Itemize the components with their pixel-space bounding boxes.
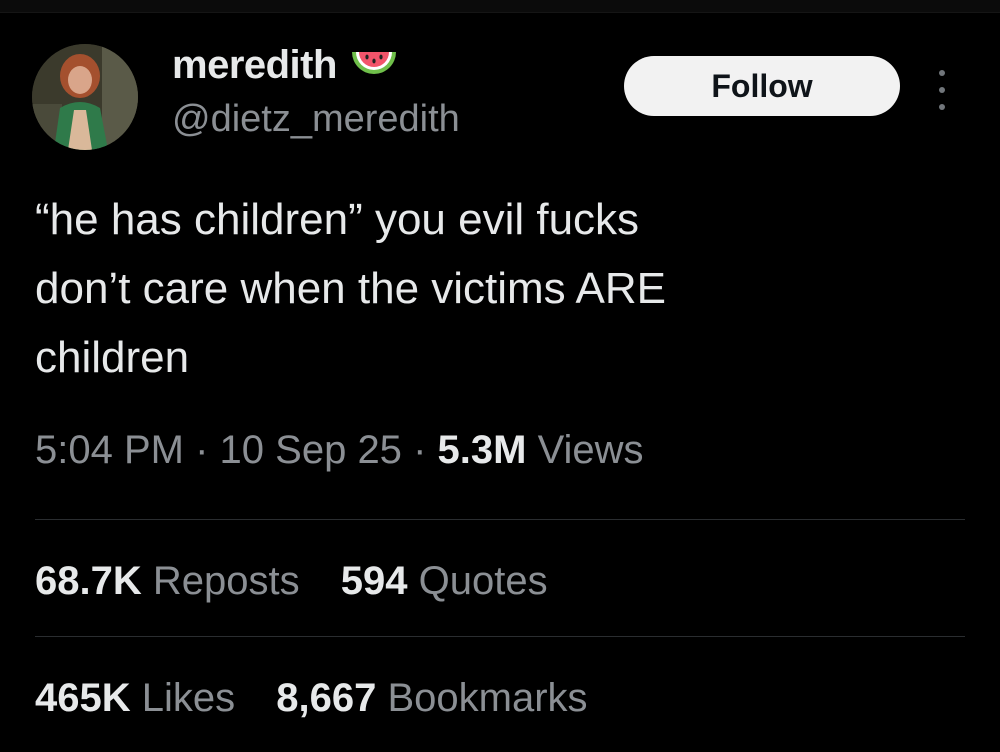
name-row: meredith	[172, 40, 460, 90]
dot	[939, 104, 945, 110]
display-name[interactable]: meredith	[172, 43, 337, 88]
tweet-line: “he has children” you evil fucks	[35, 195, 640, 244]
bookmarks-count: 8,667	[276, 676, 377, 720]
views-count: 5.3M	[437, 428, 527, 472]
quotes-count: 594	[340, 559, 408, 603]
quotes-stat[interactable]: 594 Quotes	[341, 559, 548, 604]
bookmarks-stat[interactable]: 8,667 Bookmarks	[276, 676, 587, 721]
quotes-label: Quotes	[418, 559, 548, 603]
views-label: Views	[537, 428, 644, 472]
divider	[35, 636, 965, 637]
tweet-body: “he has children” you evil fucks don’t c…	[35, 185, 965, 392]
likes-label: Likes	[141, 676, 236, 720]
tweet-line: children	[35, 333, 190, 382]
reposts-quotes-row: 68.7K Reposts 594 Quotes	[35, 559, 578, 604]
dot	[939, 87, 945, 93]
user-info: meredith @dietz_meredith	[172, 40, 460, 141]
likes-bookmarks-row: 465K Likes 8,667 Bookmarks	[35, 676, 618, 721]
tweet-meta: 5:04 PM · 10 Sep 25 · 5.3M Views	[35, 428, 644, 473]
watermelon-icon	[351, 52, 396, 74]
reposts-count: 68.7K	[35, 559, 142, 603]
timestamp[interactable]: 5:04 PM	[35, 428, 184, 472]
tweet-line: don’t care when the victims ARE	[35, 264, 666, 313]
profile-photo-icon	[32, 44, 138, 150]
tweet-header: meredith @dietz_meredith Follow	[32, 40, 968, 152]
date[interactable]: 10 Sep 25	[220, 428, 402, 472]
user-handle[interactable]: @dietz_meredith	[172, 98, 460, 141]
dot	[939, 70, 945, 76]
follow-button[interactable]: Follow	[624, 56, 900, 116]
likes-stat[interactable]: 465K Likes	[35, 676, 235, 721]
more-options-icon[interactable]	[930, 70, 954, 110]
meta-separator: ·	[413, 428, 427, 472]
bookmarks-label: Bookmarks	[387, 676, 588, 720]
divider	[35, 519, 965, 520]
likes-count: 465K	[35, 676, 131, 720]
avatar[interactable]	[32, 44, 138, 150]
meta-separator: ·	[195, 428, 209, 472]
top-edge-bar	[0, 0, 1000, 13]
reposts-label: Reposts	[152, 559, 300, 603]
reposts-stat[interactable]: 68.7K Reposts	[35, 559, 300, 604]
